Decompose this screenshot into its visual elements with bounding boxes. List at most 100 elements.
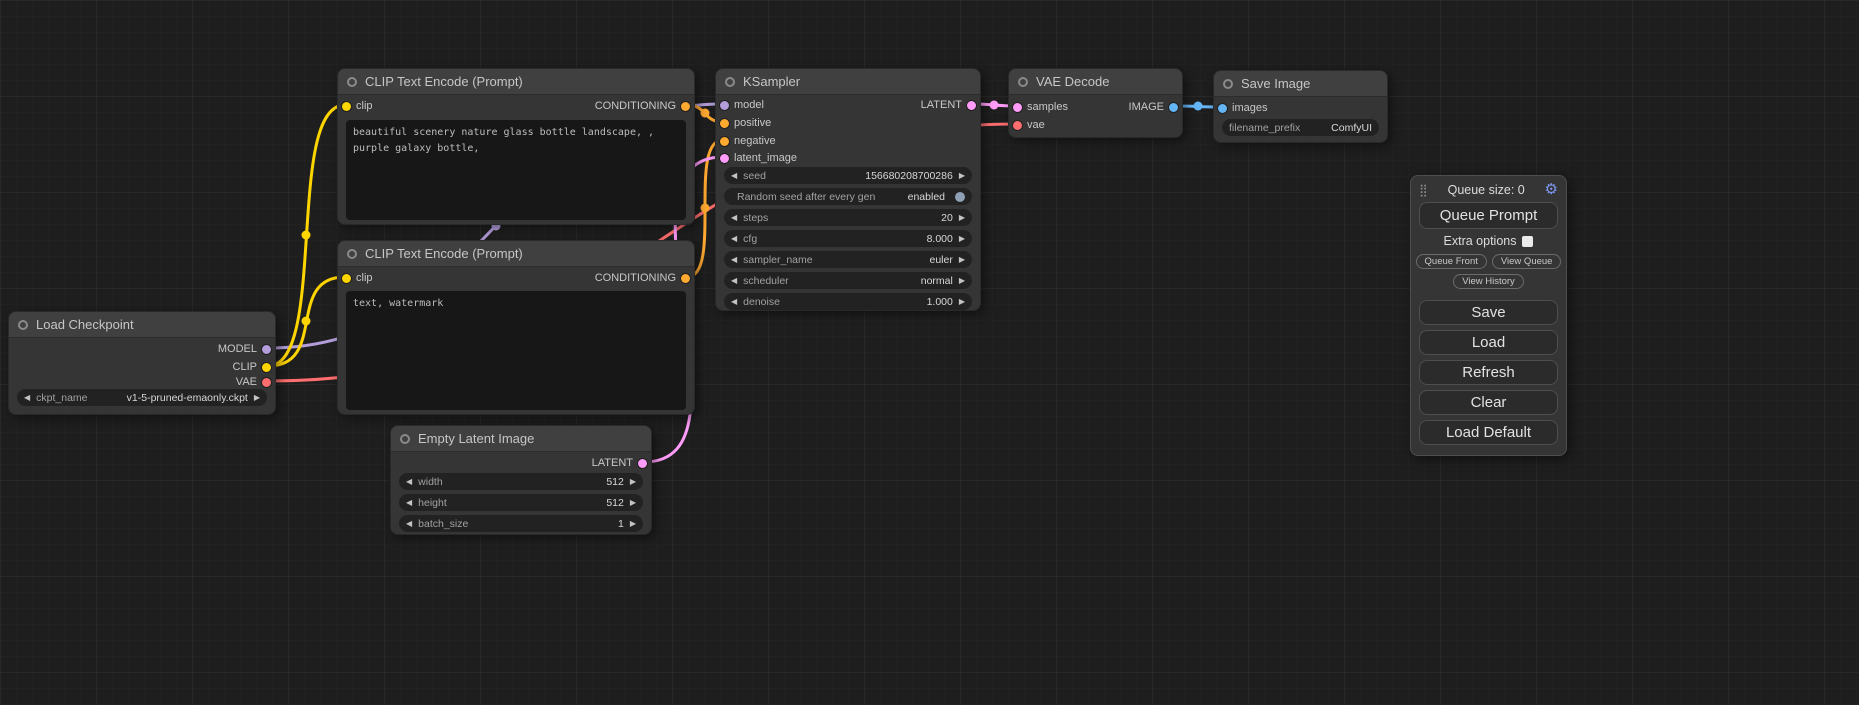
negative-input-slot[interactable]: negative bbox=[720, 133, 776, 149]
decrement-arrow-icon[interactable]: ◀ bbox=[406, 478, 412, 486]
increment-arrow-icon[interactable]: ▶ bbox=[630, 499, 636, 507]
node-title-bar[interactable]: Save Image bbox=[1214, 71, 1387, 97]
positive-input-dot[interactable] bbox=[720, 119, 729, 128]
samples-input-dot[interactable] bbox=[1013, 103, 1022, 112]
conditioning-output-dot[interactable] bbox=[681, 102, 690, 111]
node-clip-text-encode-negative[interactable]: CLIP Text Encode (Prompt) clip CONDITION… bbox=[337, 240, 695, 415]
latent-image-input-slot[interactable]: latent_image bbox=[720, 150, 797, 166]
node-title-bar[interactable]: CLIP Text Encode (Prompt) bbox=[338, 69, 694, 95]
toggle-dot-icon[interactable] bbox=[955, 192, 965, 202]
node-ksampler[interactable]: KSampler model positive negative latent_… bbox=[715, 68, 981, 311]
node-vae-decode[interactable]: VAE Decode samples vae IMAGE bbox=[1008, 68, 1183, 138]
vae-input-slot[interactable]: vae bbox=[1013, 117, 1045, 133]
conditioning-output-slot[interactable]: CONDITIONING bbox=[595, 98, 690, 114]
node-title-bar[interactable]: Load Checkpoint bbox=[9, 312, 275, 338]
load-button[interactable]: Load bbox=[1419, 330, 1558, 355]
ckpt-name-widget[interactable]: ◀ ckpt_name v1-5-pruned-emaonly.ckpt ▶ bbox=[17, 389, 267, 406]
queue-prompt-button[interactable]: Queue Prompt bbox=[1419, 202, 1558, 229]
model-input-slot[interactable]: model bbox=[720, 97, 764, 113]
node-title-bar[interactable]: Empty Latent Image bbox=[391, 426, 651, 452]
denoise-widget[interactable]: ◀ denoise 1.000 ▶ bbox=[724, 293, 972, 310]
collapse-dot-icon[interactable] bbox=[400, 434, 410, 444]
increment-arrow-icon[interactable]: ▶ bbox=[959, 298, 965, 306]
node-title-bar[interactable]: VAE Decode bbox=[1009, 69, 1182, 95]
queue-front-button[interactable]: Queue Front bbox=[1416, 254, 1487, 269]
collapse-dot-icon[interactable] bbox=[1223, 79, 1233, 89]
positive-prompt-textarea[interactable]: beautiful scenery nature glass bottle la… bbox=[346, 120, 686, 220]
image-output-dot[interactable] bbox=[1169, 103, 1178, 112]
latent-output-dot[interactable] bbox=[638, 459, 647, 468]
decrement-arrow-icon[interactable]: ◀ bbox=[731, 235, 737, 243]
collapse-dot-icon[interactable] bbox=[725, 77, 735, 87]
node-load-checkpoint[interactable]: Load Checkpoint MODEL CLIP VAE ◀ ckpt_na… bbox=[8, 311, 276, 415]
model-output-dot[interactable] bbox=[262, 345, 271, 354]
clip-input-slot[interactable]: clip bbox=[342, 98, 373, 114]
image-output-slot[interactable]: IMAGE bbox=[1129, 99, 1178, 115]
model-input-dot[interactable] bbox=[720, 101, 729, 110]
clip-input-slot[interactable]: clip bbox=[342, 270, 373, 286]
increment-arrow-icon[interactable]: ▶ bbox=[959, 235, 965, 243]
positive-input-slot[interactable]: positive bbox=[720, 115, 771, 131]
sampler-name-widget[interactable]: ◀ sampler_name euler ▶ bbox=[724, 251, 972, 268]
node-clip-text-encode-positive[interactable]: CLIP Text Encode (Prompt) clip CONDITION… bbox=[337, 68, 695, 225]
random-seed-toggle-widget[interactable]: Random seed after every gen enabled bbox=[724, 188, 972, 205]
decrement-arrow-icon[interactable]: ◀ bbox=[731, 277, 737, 285]
drag-handle-icon[interactable]: ⣿ bbox=[1419, 183, 1428, 197]
decrement-arrow-icon[interactable]: ◀ bbox=[24, 394, 30, 402]
steps-widget[interactable]: ◀ steps 20 ▶ bbox=[724, 209, 972, 226]
collapse-dot-icon[interactable] bbox=[347, 77, 357, 87]
clip-input-dot[interactable] bbox=[342, 102, 351, 111]
increment-arrow-icon[interactable]: ▶ bbox=[959, 277, 965, 285]
cfg-widget[interactable]: ◀ cfg 8.000 ▶ bbox=[724, 230, 972, 247]
latent-output-slot[interactable]: LATENT bbox=[592, 455, 647, 471]
increment-arrow-icon[interactable]: ▶ bbox=[959, 214, 965, 222]
batch-size-widget[interactable]: ◀ batch_size 1 ▶ bbox=[399, 515, 643, 532]
decrement-arrow-icon[interactable]: ◀ bbox=[406, 520, 412, 528]
filename-prefix-widget[interactable]: filename_prefix ComfyUI bbox=[1222, 119, 1379, 136]
seed-widget[interactable]: ◀ seed 156680208700286 ▶ bbox=[724, 167, 972, 184]
latent-output-dot[interactable] bbox=[967, 101, 976, 110]
load-default-button[interactable]: Load Default bbox=[1419, 420, 1558, 445]
conditioning-output-dot[interactable] bbox=[681, 274, 690, 283]
clear-button[interactable]: Clear bbox=[1419, 390, 1558, 415]
view-queue-button[interactable]: View Queue bbox=[1492, 254, 1562, 269]
increment-arrow-icon[interactable]: ▶ bbox=[959, 172, 965, 180]
view-history-button[interactable]: View History bbox=[1453, 274, 1524, 289]
negative-prompt-textarea[interactable]: text, watermark bbox=[346, 291, 686, 410]
decrement-arrow-icon[interactable]: ◀ bbox=[731, 298, 737, 306]
increment-arrow-icon[interactable]: ▶ bbox=[630, 520, 636, 528]
model-output-slot[interactable]: MODEL bbox=[218, 341, 271, 357]
clip-output-slot[interactable]: CLIP bbox=[233, 359, 271, 375]
decrement-arrow-icon[interactable]: ◀ bbox=[731, 214, 737, 222]
decrement-arrow-icon[interactable]: ◀ bbox=[731, 172, 737, 180]
height-widget[interactable]: ◀ height 512 ▶ bbox=[399, 494, 643, 511]
node-title-bar[interactable]: KSampler bbox=[716, 69, 980, 95]
images-input-slot[interactable]: images bbox=[1218, 100, 1267, 116]
settings-gear-icon[interactable]: ⚙ bbox=[1545, 182, 1558, 197]
collapse-dot-icon[interactable] bbox=[18, 320, 28, 330]
vae-output-dot[interactable] bbox=[262, 378, 271, 387]
latent-output-slot[interactable]: LATENT bbox=[921, 97, 976, 113]
vae-input-dot[interactable] bbox=[1013, 121, 1022, 130]
images-input-dot[interactable] bbox=[1218, 104, 1227, 113]
node-title-bar[interactable]: CLIP Text Encode (Prompt) bbox=[338, 241, 694, 267]
node-save-image[interactable]: Save Image images filename_prefix ComfyU… bbox=[1213, 70, 1388, 143]
collapse-dot-icon[interactable] bbox=[347, 249, 357, 259]
scheduler-widget[interactable]: ◀ scheduler normal ▶ bbox=[724, 272, 972, 289]
negative-input-dot[interactable] bbox=[720, 137, 729, 146]
latent-image-input-dot[interactable] bbox=[720, 154, 729, 163]
conditioning-output-slot[interactable]: CONDITIONING bbox=[595, 270, 690, 286]
save-button[interactable]: Save bbox=[1419, 300, 1558, 325]
collapse-dot-icon[interactable] bbox=[1018, 77, 1028, 87]
vae-output-slot[interactable]: VAE bbox=[236, 374, 271, 390]
refresh-button[interactable]: Refresh bbox=[1419, 360, 1558, 385]
increment-arrow-icon[interactable]: ▶ bbox=[630, 478, 636, 486]
node-empty-latent-image[interactable]: Empty Latent Image LATENT ◀ width 512 ▶ … bbox=[390, 425, 652, 535]
extra-options-checkbox[interactable] bbox=[1522, 236, 1533, 247]
increment-arrow-icon[interactable]: ▶ bbox=[254, 394, 260, 402]
width-widget[interactable]: ◀ width 512 ▶ bbox=[399, 473, 643, 490]
decrement-arrow-icon[interactable]: ◀ bbox=[406, 499, 412, 507]
increment-arrow-icon[interactable]: ▶ bbox=[959, 256, 965, 264]
samples-input-slot[interactable]: samples bbox=[1013, 99, 1068, 115]
graph-canvas[interactable]: Load Checkpoint MODEL CLIP VAE ◀ ckpt_na… bbox=[0, 0, 1859, 705]
